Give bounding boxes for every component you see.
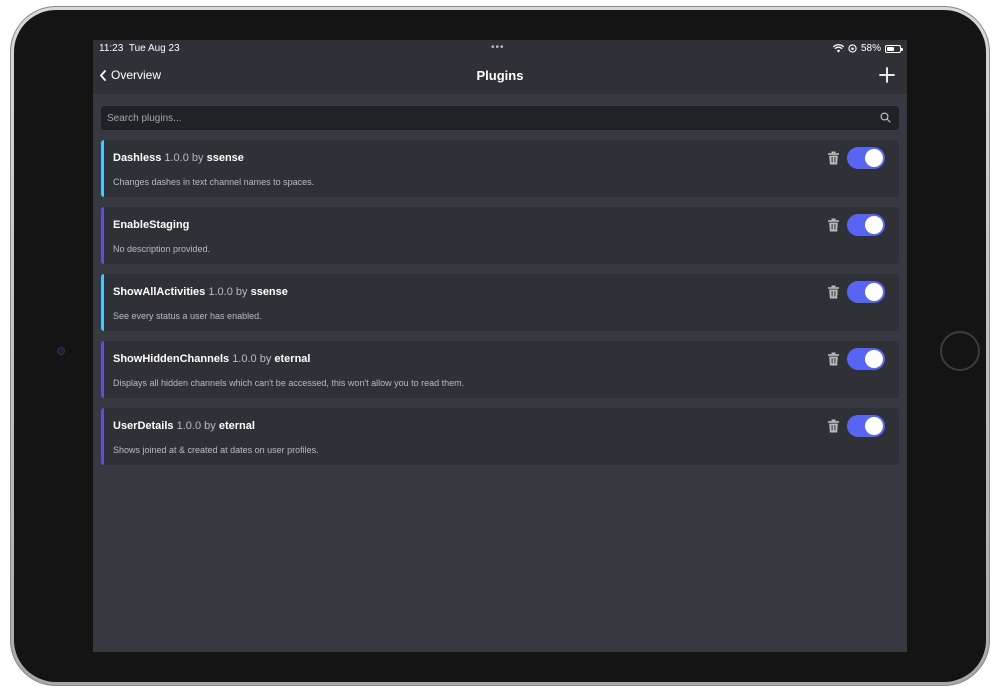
enable-toggle[interactable] [847,281,885,303]
status-time: 11:23 [99,43,124,54]
plugin-version: 1.0.0 [176,420,202,432]
plugin-by: by [235,286,248,298]
front-camera [58,348,64,354]
plugin-by: by [191,152,204,164]
plugin-title: EnableStaging [113,219,189,231]
plugin-title: Dashless 1.0.0 by ssense [113,152,244,164]
enable-toggle[interactable] [847,348,885,370]
plugin-by: by [204,420,216,432]
status-date: Tue Aug 23 [128,43,180,54]
add-plugin-button[interactable] [877,65,897,85]
toggle-knob [865,350,883,368]
plugin-description: Displays all hidden channels which can't… [113,378,465,388]
search-bar [101,106,899,130]
plugin-description: Changes dashes in text channel names to … [113,177,315,187]
plugin-name: Dashless [113,152,162,164]
page-title: Plugins [476,68,524,83]
plugin-card: Dashless 1.0.0 by ssense Changes dashes … [101,140,899,197]
multitasking-dots[interactable]: ••• [491,42,505,53]
toggle-knob [865,149,883,167]
plugin-card: EnableStaging No description provided. [101,207,899,264]
trash-icon[interactable] [827,419,840,433]
plugin-title: UserDetails 1.0.0 by eternal [113,420,255,432]
plugin-author: eternal [274,353,311,365]
status-bar: 11:23 Tue Aug 23 ••• 58% [93,40,907,58]
battery-level [887,46,894,51]
plugin-card: ShowHiddenChannels 1.0.0 by eternal Disp… [101,341,899,398]
plugin-author: eternal [218,420,255,432]
screen: 11:23 Tue Aug 23 ••• 58% Overview Plugin… [93,40,907,652]
plugin-description: See every status a user has enabled. [113,311,262,321]
trash-icon[interactable] [827,218,840,232]
plugin-version: 1.0.0 [208,286,233,298]
plugin-author: ssense [206,152,244,164]
enable-toggle[interactable] [847,214,885,236]
enable-toggle[interactable] [847,415,885,437]
plugin-author: ssense [250,286,288,298]
plugin-title: ShowAllActivities 1.0.0 by ssense [113,286,288,298]
battery-icon [885,44,903,53]
trash-icon[interactable] [827,151,840,165]
status-time-date: 11:23 Tue Aug 23 [99,43,180,54]
home-button[interactable] [940,331,980,371]
navigation-bar: Overview Plugins [93,58,907,94]
plugin-description: No description provided. [113,244,211,254]
plugin-name: UserDetails [113,420,174,432]
wifi-icon [832,44,844,53]
toggle-knob [865,216,883,234]
plugin-name: ShowAllActivities [113,286,206,298]
plugin-by: by [259,353,272,365]
plugin-card: UserDetails 1.0.0 by eternal Shows joine… [101,408,899,465]
plugin-name: EnableStaging [113,219,190,231]
toggle-knob [865,417,883,435]
plugin-description: Shows joined at & created at dates on us… [113,445,319,455]
plugin-list: Dashless 1.0.0 by ssense Changes dashes … [101,140,899,475]
plugin-accent-bar [101,274,104,331]
plugin-title: ShowHiddenChannels 1.0.0 by eternal [113,353,310,365]
enable-toggle[interactable] [847,147,885,169]
trash-icon[interactable] [827,352,840,366]
orientation-lock-icon [848,44,857,53]
search-icon [880,112,891,123]
search-input[interactable] [101,106,861,130]
plugin-version: 1.0.0 [164,152,189,164]
plugin-card: ShowAllActivities 1.0.0 by ssense See ev… [101,274,899,331]
plugin-name: ShowHiddenChannels [113,353,230,365]
toggle-knob [865,283,883,301]
plugin-accent-bar [101,408,104,465]
trash-icon[interactable] [827,285,840,299]
plugin-accent-bar [101,207,104,264]
plugin-accent-bar [101,341,104,398]
plugin-accent-bar [101,140,104,197]
plugin-version: 1.0.0 [232,353,257,365]
status-indicators: 58% [832,43,903,54]
battery-percent: 58% [860,43,881,54]
